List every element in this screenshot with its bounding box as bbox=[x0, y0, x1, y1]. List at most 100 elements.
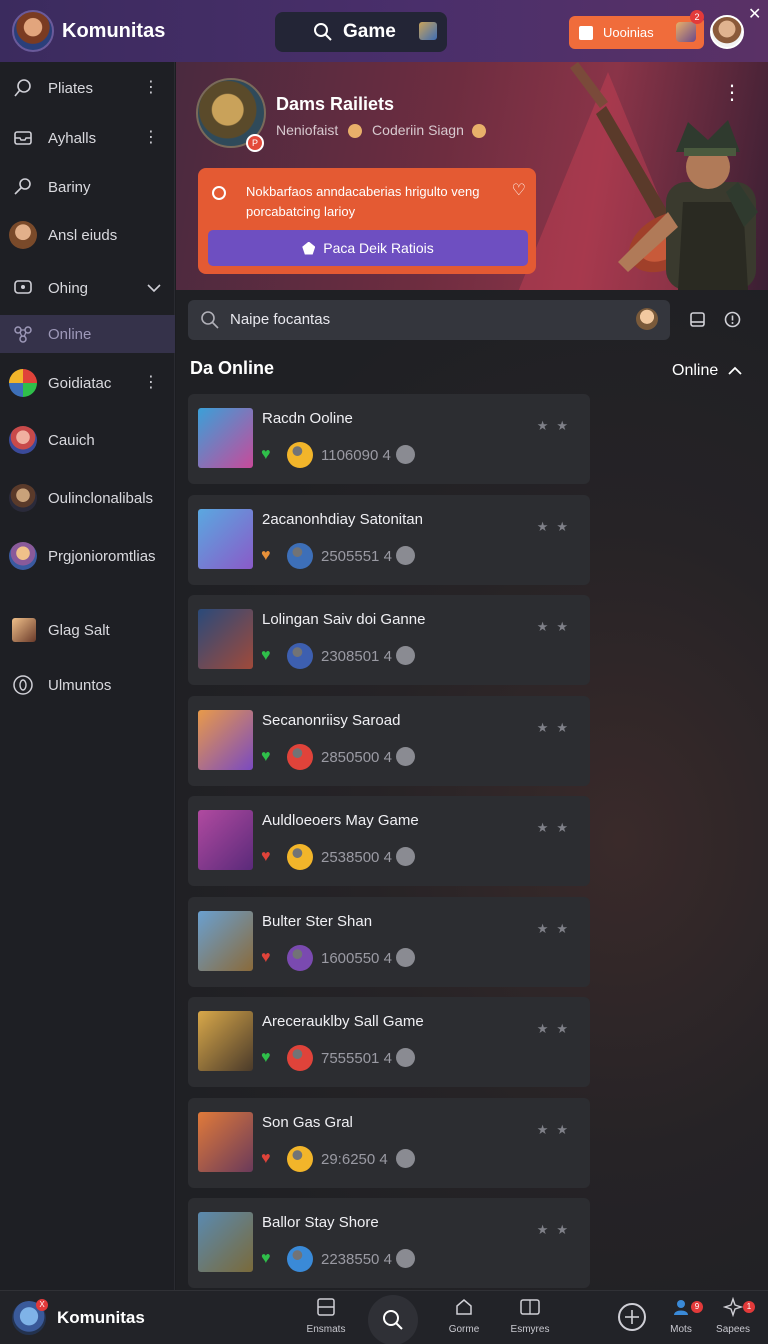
game-card[interactable]: Son Gas Gral ♥ 29:6250 4 ★★ bbox=[188, 1098, 590, 1188]
user-avatar bbox=[9, 221, 37, 249]
coin-icon bbox=[287, 1045, 313, 1071]
more-icon[interactable]: ⋮ bbox=[143, 80, 159, 96]
game-thumb-icon bbox=[12, 618, 36, 642]
brand[interactable]: Komunitas bbox=[12, 10, 165, 52]
filter-search-field[interactable]: Naipe focantas bbox=[188, 300, 670, 340]
close-icon[interactable]: ✕ bbox=[748, 4, 761, 24]
check-icon bbox=[396, 948, 415, 967]
chevron-up-icon bbox=[728, 366, 742, 375]
rating-stars-icon[interactable]: ★★ bbox=[537, 1122, 576, 1138]
rating-stars-icon[interactable]: ★★ bbox=[537, 820, 576, 836]
more-icon[interactable]: ⋮ bbox=[143, 130, 159, 146]
more-icon[interactable]: ⋮ bbox=[143, 375, 159, 391]
game-thumbnail bbox=[198, 509, 253, 569]
sidebar-item-ayhalls[interactable]: Ayhalls ⋮ bbox=[0, 119, 175, 157]
alert-action-button[interactable]: Paca Deik Ratiois bbox=[208, 230, 528, 266]
coin-icon bbox=[287, 1246, 313, 1272]
rating-stars-icon[interactable]: ★★ bbox=[537, 1222, 576, 1238]
heart-icon[interactable]: ♥ bbox=[261, 1049, 271, 1067]
sidebar-item-pliates[interactable]: Pliates ⋮ bbox=[0, 69, 175, 107]
sidebar-item-ansl-eiuds[interactable]: Ansl eiuds bbox=[0, 216, 175, 254]
sidebar-item-ohing[interactable]: Ohing bbox=[0, 269, 175, 307]
heart-icon[interactable]: ♡ bbox=[512, 180, 526, 200]
game-title: Racdn Ooline bbox=[262, 410, 353, 427]
top-cta-button[interactable]: Uooinias 2 bbox=[569, 10, 704, 49]
notification-badge: 1 bbox=[743, 1301, 755, 1313]
game-card[interactable]: Ballor Stay Shore ♥ 2238550 4 ★★ bbox=[188, 1198, 590, 1288]
info-icon[interactable] bbox=[724, 311, 741, 328]
heart-icon[interactable]: ♥ bbox=[261, 1150, 271, 1168]
game-count: 1106090 4 bbox=[321, 447, 391, 464]
game-avatar bbox=[9, 542, 37, 570]
rating-stars-icon[interactable]: ★★ bbox=[537, 720, 576, 736]
window-icon[interactable] bbox=[689, 311, 706, 328]
game-card[interactable]: Arecerauklby Sall Game ♥ 7555501 4 ★★ bbox=[188, 997, 590, 1087]
top-cta-label: Uooinias bbox=[603, 25, 654, 40]
profile-banner: P Dams Railiets Neniofaist Coderiin Siag… bbox=[176, 62, 768, 290]
emoji-icon bbox=[471, 124, 486, 139]
sidebar-item-cauich[interactable]: Cauich bbox=[0, 421, 175, 459]
heart-icon[interactable]: ♥ bbox=[261, 446, 271, 464]
check-icon bbox=[396, 1149, 415, 1168]
game-card[interactable]: Auldloeoers May Game ♥ 2538500 4 ★★ bbox=[188, 796, 590, 886]
user-avatar[interactable] bbox=[710, 15, 744, 49]
more-icon[interactable]: ⋮ bbox=[722, 80, 742, 105]
heart-icon[interactable]: ♥ bbox=[261, 1250, 271, 1268]
sidebar-item-oulinclonalibals[interactable]: Oulinclonalibals bbox=[0, 479, 175, 517]
game-card[interactable]: Bulter Ster Shan ♥ 1600550 4 ★★ bbox=[188, 897, 590, 987]
heart-icon[interactable]: ♥ bbox=[261, 647, 271, 665]
home-icon bbox=[456, 1299, 472, 1315]
check-icon bbox=[396, 1249, 415, 1268]
sidebar-item-online[interactable]: Online bbox=[0, 315, 175, 353]
online-toggle[interactable]: Online bbox=[672, 362, 742, 380]
game-thumbnail bbox=[198, 710, 253, 770]
check-icon bbox=[396, 1048, 415, 1067]
nav-gorme[interactable]: Gorme bbox=[434, 1297, 494, 1335]
game-card[interactable]: Racdn Ooline ♥ 1106090 4 ★★ bbox=[188, 394, 590, 484]
sidebar-item-prgjonioromtlias[interactable]: Prgjonioromtlias bbox=[0, 537, 175, 575]
sidebar-item-ulmuntos[interactable]: Ulmuntos bbox=[0, 666, 175, 704]
bottom-search-button[interactable] bbox=[368, 1295, 418, 1344]
colorful-avatar bbox=[9, 369, 37, 397]
avatar-badge: P bbox=[246, 134, 264, 152]
key-icon bbox=[12, 176, 34, 198]
banner-subtitle-a: Neniofaist bbox=[276, 122, 339, 138]
sidebar-item-bariny[interactable]: Bariny bbox=[0, 168, 175, 206]
rating-stars-icon[interactable]: ★★ bbox=[537, 519, 576, 535]
game-search-button[interactable]: Game bbox=[275, 12, 447, 52]
game-card[interactable]: Secanonriisy Saroad ♥ 2850500 4 ★★ bbox=[188, 696, 590, 786]
heart-icon[interactable]: ♥ bbox=[261, 848, 271, 866]
check-icon bbox=[396, 646, 415, 665]
heart-icon[interactable]: ♥ bbox=[261, 949, 271, 967]
coin-icon bbox=[287, 945, 313, 971]
nav-esmyres[interactable]: Esmyres bbox=[500, 1297, 560, 1335]
online-toggle-label: Online bbox=[672, 362, 719, 379]
rating-stars-icon[interactable]: ★★ bbox=[537, 418, 576, 434]
sidebar-item-goidiatac[interactable]: Goidiatac ⋮ bbox=[0, 364, 175, 402]
coin-icon bbox=[287, 643, 313, 669]
nav-sapees[interactable]: Sapees 1 bbox=[703, 1296, 763, 1335]
add-icon[interactable] bbox=[618, 1303, 646, 1331]
search-icon bbox=[383, 1310, 403, 1330]
sidebar-item-glag-salt[interactable]: Glag Salt bbox=[0, 611, 175, 649]
heart-icon[interactable]: ♥ bbox=[261, 748, 271, 766]
rating-stars-icon[interactable]: ★★ bbox=[537, 1021, 576, 1037]
heart-icon[interactable]: ♥ bbox=[261, 547, 271, 565]
game-title: Son Gas Gral bbox=[262, 1114, 353, 1131]
game-card[interactable]: 2acanonhdiay Satonitan ♥ 2505551 4 ★★ bbox=[188, 495, 590, 585]
game-count: 2505551 4 bbox=[321, 548, 392, 565]
nav-mots[interactable]: Mots 9 bbox=[651, 1297, 711, 1335]
game-card[interactable]: Lolingan Saiv doi Ganne ♥ 2308501 4 ★★ bbox=[188, 595, 590, 685]
rating-stars-icon[interactable]: ★★ bbox=[537, 619, 576, 635]
brand-badge: X bbox=[36, 1299, 48, 1311]
inbox-icon bbox=[12, 127, 34, 149]
nav-ensmats[interactable]: Ensmats bbox=[296, 1297, 356, 1335]
thumbs-up-icon bbox=[579, 25, 593, 40]
game-avatar bbox=[9, 426, 37, 454]
users-icon bbox=[674, 1300, 688, 1315]
coin-icon bbox=[287, 744, 313, 770]
chevron-down-icon[interactable] bbox=[147, 283, 161, 293]
nav-label: Esmyres bbox=[510, 1324, 550, 1335]
rating-stars-icon[interactable]: ★★ bbox=[537, 921, 576, 937]
nav-label: Mots bbox=[670, 1324, 692, 1335]
